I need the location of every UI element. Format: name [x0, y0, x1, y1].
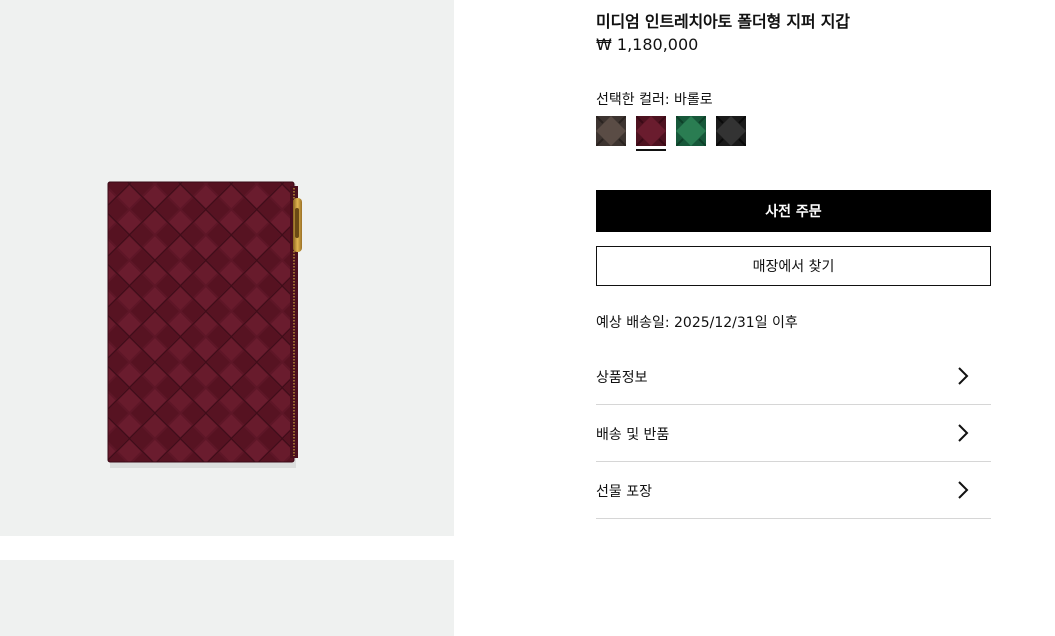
wallet-image	[107, 181, 302, 468]
product-title: 미디엄 인트레치아토 폴더형 지퍼 지갑	[596, 12, 850, 31]
preorder-button[interactable]: 사전 주문	[596, 190, 991, 232]
estimated-delivery: 예상 배송일: 2025/12/31일 이후	[596, 315, 798, 331]
accordion-label: 배송 및 반품	[596, 427, 670, 443]
accordion-label: 상품정보	[596, 370, 648, 386]
swatch-barolo[interactable]	[636, 116, 666, 151]
color-swatches	[596, 116, 991, 152]
swatch-green[interactable]	[676, 116, 706, 146]
product-image-main[interactable]	[0, 0, 454, 536]
product-gallery	[0, 0, 454, 636]
accordion-product-info[interactable]: 상품정보	[596, 348, 991, 405]
accordion-label: 선물 포장	[596, 484, 652, 500]
swatch-black[interactable]	[716, 116, 746, 146]
accordion-gift-wrap[interactable]: 선물 포장	[596, 462, 991, 519]
find-in-store-button[interactable]: 매장에서 찾기	[596, 246, 991, 286]
selected-color-label: 선택한 컬러: 바롤로	[596, 92, 713, 108]
accordion-shipping-returns[interactable]: 배송 및 반품	[596, 405, 991, 462]
chevron-right-icon	[958, 367, 969, 385]
chevron-right-icon	[958, 481, 969, 499]
product-price: ₩ 1,180,000	[596, 35, 699, 54]
swatch-brown[interactable]	[596, 116, 626, 146]
product-image-secondary[interactable]	[0, 560, 454, 636]
chevron-right-icon	[958, 424, 969, 442]
